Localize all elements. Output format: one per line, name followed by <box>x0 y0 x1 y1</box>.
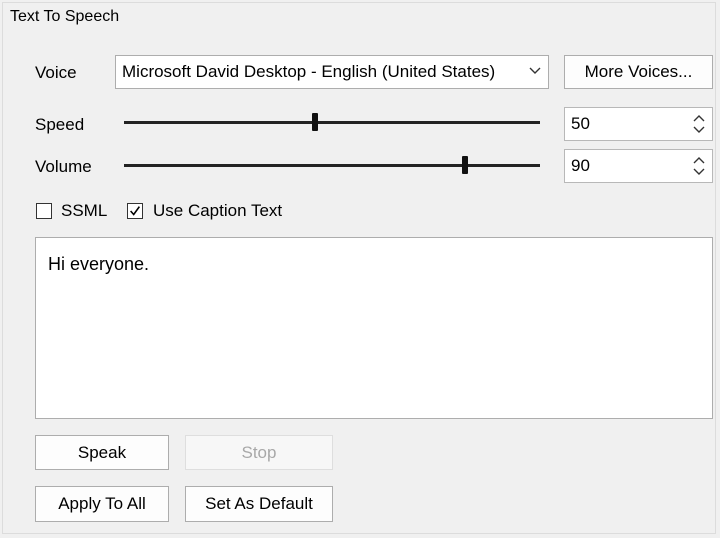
stop-button[interactable]: Stop <box>185 435 333 470</box>
ssml-checkbox[interactable] <box>36 203 52 219</box>
use-caption-text-label: Use Caption Text <box>153 201 283 220</box>
checkmark-icon <box>130 206 141 216</box>
speech-text-area[interactable]: Hi everyone. <box>35 237 713 419</box>
speed-slider-thumb[interactable] <box>312 113 318 131</box>
spinner-arrows-icon[interactable] <box>692 155 706 177</box>
speed-label: Speed <box>35 115 85 134</box>
chevron-down-icon <box>529 67 541 74</box>
speed-spinner[interactable]: 50 <box>564 107 713 141</box>
volume-slider-thumb[interactable] <box>462 156 468 174</box>
apply-to-all-button[interactable]: Apply To All <box>35 486 169 522</box>
spinner-arrows-icon[interactable] <box>692 113 706 135</box>
voice-label: Voice <box>35 63 77 82</box>
voice-dropdown[interactable]: Microsoft David Desktop - English (Unite… <box>115 55 549 89</box>
voice-selected-value: Microsoft David Desktop - English (Unite… <box>122 62 496 81</box>
speech-text: Hi everyone. <box>48 254 150 274</box>
volume-value: 90 <box>571 156 590 175</box>
more-voices-button[interactable]: More Voices... <box>564 55 713 89</box>
ssml-label: SSML <box>61 201 108 220</box>
set-as-default-button[interactable]: Set As Default <box>185 486 333 522</box>
group-title: Text To Speech <box>10 8 124 26</box>
volume-slider-track[interactable] <box>124 164 540 167</box>
use-caption-text-checkbox[interactable] <box>127 203 143 219</box>
volume-spinner[interactable]: 90 <box>564 149 713 183</box>
speak-button[interactable]: Speak <box>35 435 169 470</box>
volume-label: Volume <box>35 157 92 176</box>
speed-value: 50 <box>571 114 590 133</box>
speed-slider-track[interactable] <box>124 121 540 124</box>
